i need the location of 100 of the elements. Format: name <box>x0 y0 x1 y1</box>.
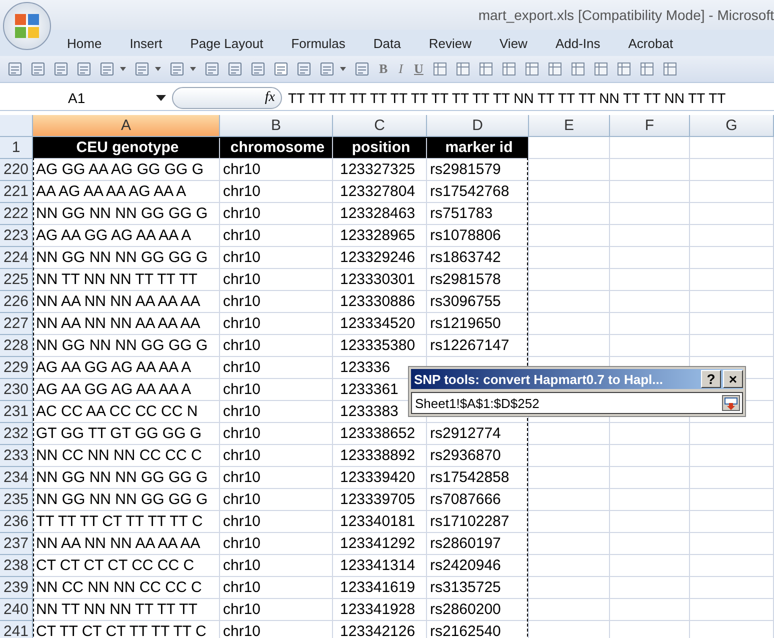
row-header[interactable]: 239 <box>0 577 33 599</box>
table-cell: GT GG TT GT GG GG G <box>33 423 220 445</box>
table-cell: 123340181 <box>333 511 427 533</box>
help-button[interactable]: ? <box>701 370 721 388</box>
formula-field[interactable]: TT TT TT TT TT TT TT TT TT TT TT NN TT TT TT NN TT TT NN TT TT <box>282 90 774 106</box>
dropdown-caret-icon[interactable] <box>156 95 166 101</box>
row-header[interactable]: 233 <box>0 445 33 467</box>
close-button[interactable]: × <box>723 370 743 388</box>
window-title: mart_export.xls [Compatibility Mode] - Microsoft <box>478 7 774 23</box>
table-cell: rs2162540 <box>427 621 529 638</box>
column-header[interactable]: D <box>427 115 529 137</box>
row-header[interactable]: 235 <box>0 489 33 511</box>
row-header[interactable]: 236 <box>0 511 33 533</box>
table-cell: chr10 <box>220 423 333 445</box>
column-delete-icon[interactable] <box>501 61 518 77</box>
ribbon-tab[interactable]: Add-Ins <box>544 36 612 50</box>
split-icon[interactable] <box>524 61 540 77</box>
row-delete-icon[interactable] <box>478 61 494 77</box>
list-icon[interactable] <box>639 61 656 77</box>
column-header[interactable]: G <box>690 115 774 137</box>
table-cell: chr10 <box>220 621 333 638</box>
column-insert-icon[interactable] <box>432 61 448 77</box>
table-cell: chr10 <box>220 467 333 489</box>
row-header[interactable]: 221 <box>0 181 33 203</box>
undo-icon[interactable] <box>99 61 115 77</box>
table-cell: CT CT CT CT CC CC C <box>33 555 220 577</box>
table-cell: 123327804 <box>333 181 427 203</box>
column-header[interactable]: F <box>610 115 690 137</box>
save-icon[interactable] <box>53 61 69 77</box>
grid-icon[interactable] <box>593 61 610 77</box>
merge-icon[interactable] <box>547 61 564 77</box>
row-header[interactable]: 229 <box>0 357 33 379</box>
column-header[interactable]: E <box>529 115 610 137</box>
ribbon-tab[interactable]: Home <box>56 36 113 50</box>
format-button[interactable]: I <box>394 61 408 77</box>
row-header[interactable]: 228 <box>0 335 33 357</box>
table-cell: chr10 <box>220 203 333 225</box>
align-left-icon[interactable] <box>204 61 220 77</box>
hash-grid-icon[interactable] <box>662 61 678 77</box>
row-header[interactable]: 1 <box>0 137 33 159</box>
copy-icon[interactable] <box>296 61 312 77</box>
row-header[interactable]: 220 <box>0 159 33 181</box>
column-header[interactable]: A <box>33 115 220 137</box>
table-icon[interactable] <box>570 61 586 77</box>
bar-chart-icon[interactable] <box>616 61 632 77</box>
table-cell: AA AG AA AA AG AA A <box>33 181 220 203</box>
row-header[interactable]: 222 <box>0 203 33 225</box>
column-header[interactable]: B <box>220 115 333 137</box>
dropdown-caret-icon[interactable] <box>340 67 346 71</box>
format-button[interactable]: U <box>410 61 428 77</box>
ribbon-tab[interactable]: Insert <box>118 36 174 50</box>
borders-icon[interactable] <box>169 61 185 77</box>
row-header[interactable]: 223 <box>0 225 33 247</box>
row-header[interactable]: 234 <box>0 467 33 489</box>
row-insert-icon[interactable] <box>455 61 472 77</box>
table-cell: 123341314 <box>333 555 427 577</box>
format-button[interactable]: B <box>375 61 392 77</box>
ribbon-tab[interactable]: Formulas <box>280 36 356 50</box>
dropdown-caret-icon[interactable] <box>155 67 161 71</box>
row-header[interactable]: 237 <box>0 533 33 555</box>
name-box[interactable]: A1 <box>0 87 172 109</box>
cut-icon[interactable] <box>273 61 289 77</box>
paste-icon[interactable] <box>319 61 335 77</box>
print-preview-icon[interactable] <box>76 61 92 77</box>
table-cell: rs2981579 <box>427 159 529 181</box>
table-cell: rs2912774 <box>427 423 529 445</box>
row-header[interactable]: 225 <box>0 269 33 291</box>
ribbon-tab[interactable]: Data <box>362 36 412 50</box>
collapse-dialog-icon[interactable] <box>722 395 740 411</box>
row-header[interactable]: 238 <box>0 555 33 577</box>
table-cell: NN TT NN NN TT TT TT <box>33 269 220 291</box>
row-header[interactable]: 231 <box>0 401 33 423</box>
row-header[interactable]: 224 <box>0 247 33 269</box>
table-cell: 123338652 <box>333 423 427 445</box>
format-painter-icon[interactable] <box>354 61 370 77</box>
ribbon-tab[interactable]: Acrobat <box>617 36 684 50</box>
header-cell: CEU genotype <box>33 137 220 159</box>
redo-icon[interactable] <box>134 61 150 77</box>
table-cell: AG AA GG AG AA AA A <box>33 225 220 247</box>
row-header[interactable]: 230 <box>0 379 33 401</box>
row-header[interactable]: 232 <box>0 423 33 445</box>
column-header[interactable]: C <box>333 115 427 137</box>
align-right-icon[interactable] <box>250 61 266 77</box>
dropdown-caret-icon[interactable] <box>120 67 126 71</box>
ribbon-tab[interactable]: View <box>488 36 538 50</box>
table-cell: chr10 <box>220 511 333 533</box>
align-center-icon[interactable] <box>227 61 243 77</box>
row-header[interactable]: 240 <box>0 599 33 621</box>
open-folder-icon[interactable] <box>7 61 23 77</box>
row-header[interactable]: 226 <box>0 291 33 313</box>
ribbon-tab[interactable]: Review <box>418 36 482 50</box>
table-cell: 123342126 <box>333 621 427 638</box>
dropdown-caret-icon[interactable] <box>190 67 196 71</box>
range-field[interactable]: Sheet1!$A$1:$D$252 <box>411 392 743 414</box>
ribbon-tab[interactable]: Page Layout <box>179 36 274 50</box>
row-header[interactable]: 227 <box>0 313 33 335</box>
new-page-icon[interactable] <box>30 61 46 77</box>
function-button[interactable]: fx <box>264 90 275 106</box>
row-header[interactable]: 241 <box>0 621 33 638</box>
table-cell: chr10 <box>220 599 333 621</box>
